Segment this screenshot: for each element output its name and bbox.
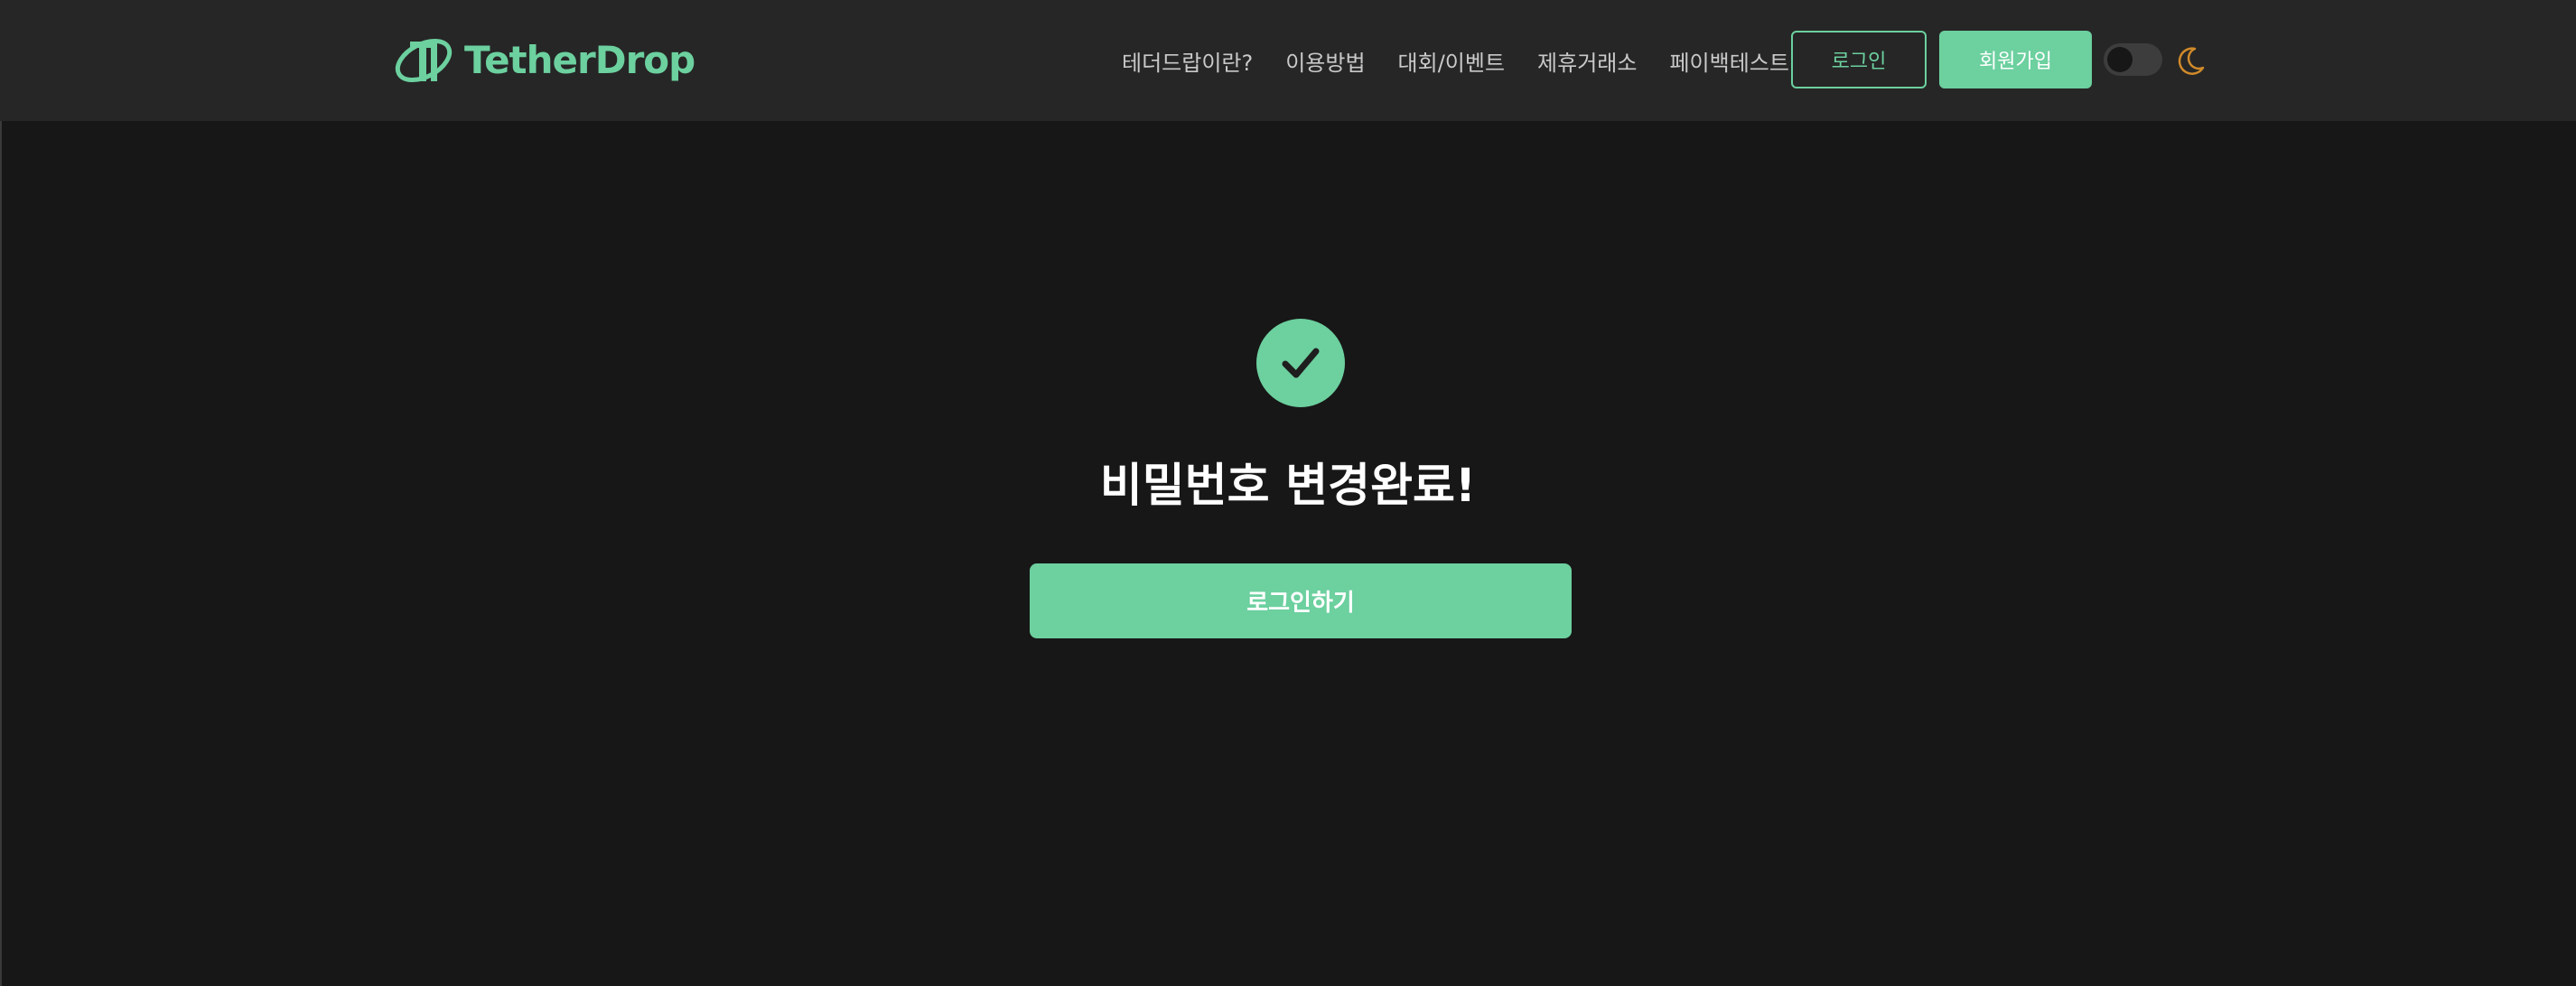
page-title: 비밀번호 변경완료! [1099,460,1477,513]
main-nav: 테더드랍이란? 이용방법 대회/이벤트 제휴거래소 페이백테스트 [1122,0,1789,121]
nav-item-events[interactable]: 대회/이벤트 [1398,45,1506,77]
top-header: TetherDrop 테더드랍이란? 이용방법 대회/이벤트 제휴거래소 페이백… [0,0,2576,121]
success-check-icon [1256,319,1345,407]
logo[interactable]: TetherDrop [394,33,695,87]
nav-item-partner-exchanges[interactable]: 제휴거래소 [1537,45,1637,77]
nav-item-how-to-use[interactable]: 이용방법 [1285,45,1365,77]
tetherdrop-logo-icon [395,38,453,83]
nav-item-about[interactable]: 테더드랍이란? [1122,45,1253,77]
theme-toggle[interactable] [2104,43,2162,76]
nav-item-payback-test[interactable]: 페이백테스트 [1669,45,1788,77]
toggle-knob [2107,47,2133,72]
go-to-login-button[interactable]: 로그인하기 [1030,563,1572,638]
logo-text: TetherDrop [464,37,695,82]
login-button[interactable]: 로그인 [1791,31,1927,88]
moon-icon[interactable] [2175,44,2207,77]
signup-button[interactable]: 회원가입 [1939,31,2092,88]
check-icon [1282,348,1320,378]
